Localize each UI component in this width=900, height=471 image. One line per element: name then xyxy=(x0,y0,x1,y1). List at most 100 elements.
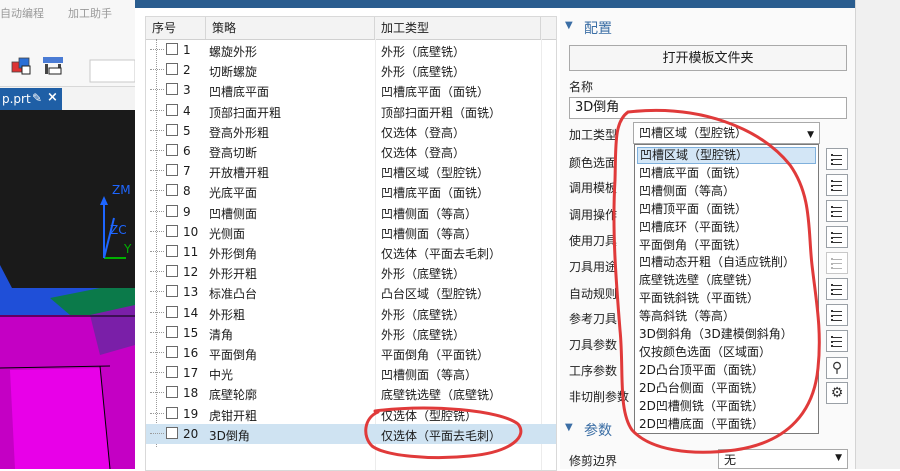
row-machining-type: 外形（底壁铣） xyxy=(381,307,466,322)
row-checkbox[interactable] xyxy=(166,103,178,116)
dropdown-option[interactable]: 凹槽侧面（等高） xyxy=(637,183,816,200)
table-row[interactable]: 4 顶部扫面开粗 顶部扫面开粗（面铣） xyxy=(146,101,556,121)
tree-branch xyxy=(150,352,164,353)
bg-toolbar-field[interactable] xyxy=(89,59,135,83)
dropdown-option[interactable]: 2D凸台顶平面（面铣） xyxy=(637,362,816,379)
dropdown-option[interactable]: 3D倒斜角（3D建模倒斜角） xyxy=(637,326,816,343)
table-row[interactable]: 5 登高外形粗 仅选体（登高） xyxy=(146,121,556,141)
row-checkbox[interactable] xyxy=(166,285,178,298)
bg-menu-item-assistant[interactable]: 加工助手 xyxy=(68,5,112,21)
dropdown-option[interactable]: 平面铣斜铣（平面铣） xyxy=(637,290,816,307)
list-settings-icon[interactable] xyxy=(826,304,848,326)
dropdown-option[interactable]: 平面倒角（平面铣） xyxy=(637,237,816,254)
row-checkbox[interactable] xyxy=(166,245,178,257)
table-row[interactable]: 15 清角 外形（底壁铣） xyxy=(146,323,556,343)
row-number: 11 xyxy=(183,245,199,259)
dropdown-option[interactable]: 凹槽顶平面（面铣） xyxy=(637,201,816,218)
clip-boundary-select[interactable]: 无 ▼ xyxy=(718,449,848,469)
dropdown-option[interactable]: 凹槽区域（型腔铣） xyxy=(637,147,816,164)
table-row[interactable]: 1 螺旋外形 外形（底壁铣） xyxy=(146,40,556,60)
row-machining-type: 凹槽底平面（面铣） xyxy=(381,85,490,100)
row-strategy: 底壁轮廓 xyxy=(209,388,258,403)
row-machining-type: 凹槽侧面（等高） xyxy=(381,206,478,221)
row-checkbox[interactable] xyxy=(166,265,178,278)
list-settings-icon[interactable] xyxy=(826,330,848,352)
row-machining-type: 凹槽底平面（面铣） xyxy=(381,186,490,201)
row-checkbox[interactable] xyxy=(166,83,178,96)
edit-icon[interactable]: ✎ xyxy=(32,91,42,105)
row-checkbox[interactable] xyxy=(166,63,178,76)
col-header-type[interactable]: 加工类型 xyxy=(375,17,541,39)
table-row[interactable]: 10 光侧面 凹槽侧面（等高） xyxy=(146,222,556,242)
row-number: 1 xyxy=(183,43,191,57)
dialog-title-bar[interactable] xyxy=(135,0,855,8)
name-input[interactable]: 3D倒角 xyxy=(569,97,847,119)
row-number: 4 xyxy=(183,103,191,118)
table-row[interactable]: 17 中光 凹槽侧面（等高） xyxy=(146,363,556,383)
collapse-icon[interactable]: ▼ xyxy=(565,20,573,31)
dropdown-option[interactable]: 凹槽动态开粗（自适应铣削） xyxy=(637,254,816,271)
table-row[interactable]: 16 平面倒角 平面倒角（平面铣） xyxy=(146,343,556,363)
dropdown-option[interactable]: 仅按颜色选面（区域面） xyxy=(637,344,816,361)
table-row[interactable]: 9 凹槽侧面 凹槽侧面（等高） xyxy=(146,202,556,222)
row-checkbox[interactable] xyxy=(166,43,178,55)
col-header-strategy[interactable]: 策略 xyxy=(206,17,375,39)
dropdown-option[interactable]: 2D凸台侧面（平面铣） xyxy=(637,380,816,397)
table-row[interactable]: 20 3D倒角 仅选体（平面去毛刺） xyxy=(146,423,556,444)
row-checkbox[interactable] xyxy=(166,325,178,338)
table-row[interactable]: 8 光底平面 凹槽底平面（面铣） xyxy=(146,181,556,201)
table-row[interactable]: 2 切断螺旋 外形（底壁铣） xyxy=(146,60,556,80)
tree-branch xyxy=(150,230,164,232)
list-settings-icon[interactable] xyxy=(826,200,848,222)
table-row[interactable]: 3 凹槽底平面 凹槽底平面（面铣） xyxy=(146,80,556,100)
dropdown-option[interactable]: 凹槽底环（平面铣） xyxy=(637,219,816,236)
row-checkbox[interactable] xyxy=(166,224,178,237)
row-checkbox[interactable] xyxy=(166,184,178,197)
machining-type-dropdown-list[interactable]: 凹槽区域（型腔铣） 凹槽底平面（面铣） 凹槽侧面（等高） 凹槽顶平面（面铣） 凹槽底环（… xyxy=(634,144,819,434)
list-settings-icon[interactable] xyxy=(826,252,848,274)
config-section-header[interactable]: ▼ 配置 xyxy=(560,16,855,38)
table-row[interactable]: 11 外形倒角 仅选体（平面去毛刺） xyxy=(146,242,556,262)
row-checkbox[interactable] xyxy=(166,426,178,439)
machine-icon[interactable] xyxy=(43,57,63,75)
table-row[interactable]: 7 开放槽开粗 凹槽区域（型腔铣） xyxy=(146,161,556,181)
row-checkbox[interactable] xyxy=(166,123,178,136)
cube-icon[interactable] xyxy=(11,57,31,75)
table-row[interactable]: 18 底壁轮廓 底壁铣选壁（底壁铣） xyxy=(146,383,556,403)
dropdown-option[interactable]: 2D凹槽底面（平面铣） xyxy=(637,416,816,433)
file-tab[interactable]: p.prt ✎ × xyxy=(0,88,62,110)
dropdown-option[interactable]: 凹槽底平面（面铣） xyxy=(637,165,816,182)
list-settings-icon[interactable] xyxy=(826,278,848,300)
row-checkbox[interactable] xyxy=(166,144,178,156)
search-tool-icon[interactable]: ⚲ xyxy=(826,357,848,379)
table-row[interactable]: 13 标准凸台 凸台区域（型腔铣） xyxy=(146,282,556,302)
row-checkbox[interactable] xyxy=(166,406,178,419)
row-checkbox[interactable] xyxy=(166,305,178,318)
bg-menu-item-auto-program[interactable]: 自动编程 xyxy=(0,5,44,21)
collapse-icon[interactable]: ▼ xyxy=(565,422,573,433)
list-settings-icon[interactable] xyxy=(826,174,848,196)
gear-icon[interactable]: ⚙ xyxy=(826,382,848,404)
table-row[interactable]: 12 外形开粗 外形（底壁铣） xyxy=(146,262,556,282)
table-row[interactable]: 6 登高切断 仅选体（登高） xyxy=(146,141,556,161)
param-label: 刀具参数 xyxy=(569,338,618,352)
machining-type-select[interactable]: 凹槽区域（型腔铣） ▼ xyxy=(633,122,820,144)
row-checkbox[interactable] xyxy=(166,346,178,358)
list-settings-icon[interactable] xyxy=(826,226,848,248)
dropdown-option[interactable]: 等高斜铣（等高） xyxy=(637,308,816,325)
row-checkbox[interactable] xyxy=(166,164,178,177)
dropdown-option[interactable]: 2D凹槽侧铣（平面铣） xyxy=(637,398,816,415)
row-strategy: 登高外形粗 xyxy=(209,125,270,140)
dropdown-option[interactable]: 底壁铣选壁（底壁铣） xyxy=(637,272,816,289)
row-checkbox[interactable] xyxy=(166,204,178,217)
tree-branch xyxy=(150,271,164,273)
col-header-num[interactable]: 序号 xyxy=(146,17,206,39)
table-row[interactable]: 19 虎钳开粗 仅选体（型腔铣） xyxy=(146,404,556,424)
open-template-folder-button[interactable]: 打开模板文件夹 xyxy=(569,45,847,71)
row-checkbox[interactable] xyxy=(166,386,178,399)
table-row[interactable]: 14 外形粗 外形（底壁铣） xyxy=(146,303,556,323)
close-icon[interactable]: × xyxy=(47,90,58,105)
list-settings-icon[interactable] xyxy=(826,148,848,170)
graphics-viewport[interactable]: ZM ZC Y xyxy=(0,110,135,469)
row-checkbox[interactable] xyxy=(166,366,178,379)
